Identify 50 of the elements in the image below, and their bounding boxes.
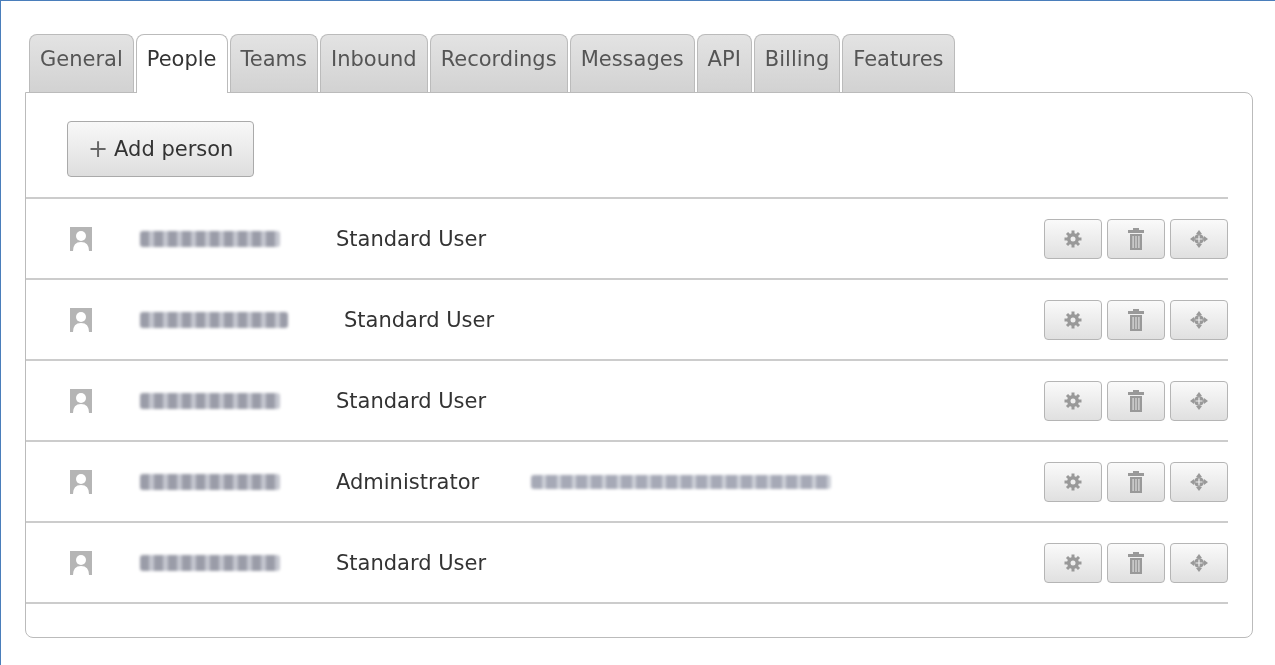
move-button[interactable]	[1170, 380, 1228, 421]
tab[interactable]: Messages	[569, 34, 695, 92]
tab[interactable]: Recordings	[429, 34, 568, 92]
role-text: Standard User	[336, 226, 488, 251]
delete-button[interactable]	[1107, 461, 1165, 502]
role-text: Standard User	[336, 550, 488, 575]
settings-button[interactable]	[1044, 299, 1102, 340]
avatar-icon	[70, 226, 92, 251]
delete-button[interactable]	[1107, 218, 1165, 259]
tab[interactable]: People	[135, 34, 228, 93]
move-icon	[1190, 553, 1208, 572]
avatar-icon	[70, 307, 92, 332]
move-icon	[1190, 472, 1208, 491]
trash-icon	[1128, 308, 1144, 331]
add-person-button[interactable]: + Add person	[67, 121, 255, 177]
avatar-icon	[70, 469, 92, 494]
settings-icon	[1064, 391, 1082, 410]
tab[interactable]: API	[696, 34, 752, 92]
move-button[interactable]	[1170, 542, 1228, 583]
move-icon	[1190, 310, 1208, 329]
trash-icon	[1128, 470, 1144, 493]
trash-icon	[1128, 227, 1144, 250]
tab[interactable]: General	[29, 34, 134, 92]
settings-icon	[1064, 229, 1082, 248]
avatar-icon	[70, 388, 92, 413]
role-text: Standard User	[344, 307, 496, 332]
delete-button[interactable]	[1107, 299, 1165, 340]
settings-button[interactable]	[1044, 461, 1102, 502]
tab[interactable]: Inbound	[320, 34, 428, 92]
delete-button[interactable]	[1107, 380, 1165, 421]
tab[interactable]: Features	[842, 34, 955, 92]
tab[interactable]: Teams	[229, 34, 318, 92]
move-button[interactable]	[1170, 461, 1228, 502]
trash-icon	[1128, 389, 1144, 412]
delete-button[interactable]	[1107, 542, 1165, 583]
trash-icon	[1128, 551, 1144, 574]
role-text: Administrator	[336, 469, 481, 494]
settings-icon	[1064, 472, 1082, 491]
settings-button[interactable]	[1044, 542, 1102, 583]
avatar-icon	[70, 550, 92, 575]
settings-icon	[1064, 310, 1082, 329]
move-button[interactable]	[1170, 218, 1228, 259]
tab[interactable]: Billing	[753, 34, 841, 92]
settings-icon	[1064, 553, 1082, 572]
move-icon	[1190, 391, 1208, 410]
settings-button[interactable]	[1044, 218, 1102, 259]
settings-button[interactable]	[1044, 380, 1102, 421]
move-button[interactable]	[1170, 299, 1228, 340]
move-icon	[1190, 229, 1208, 248]
role-text: Standard User	[336, 388, 488, 413]
